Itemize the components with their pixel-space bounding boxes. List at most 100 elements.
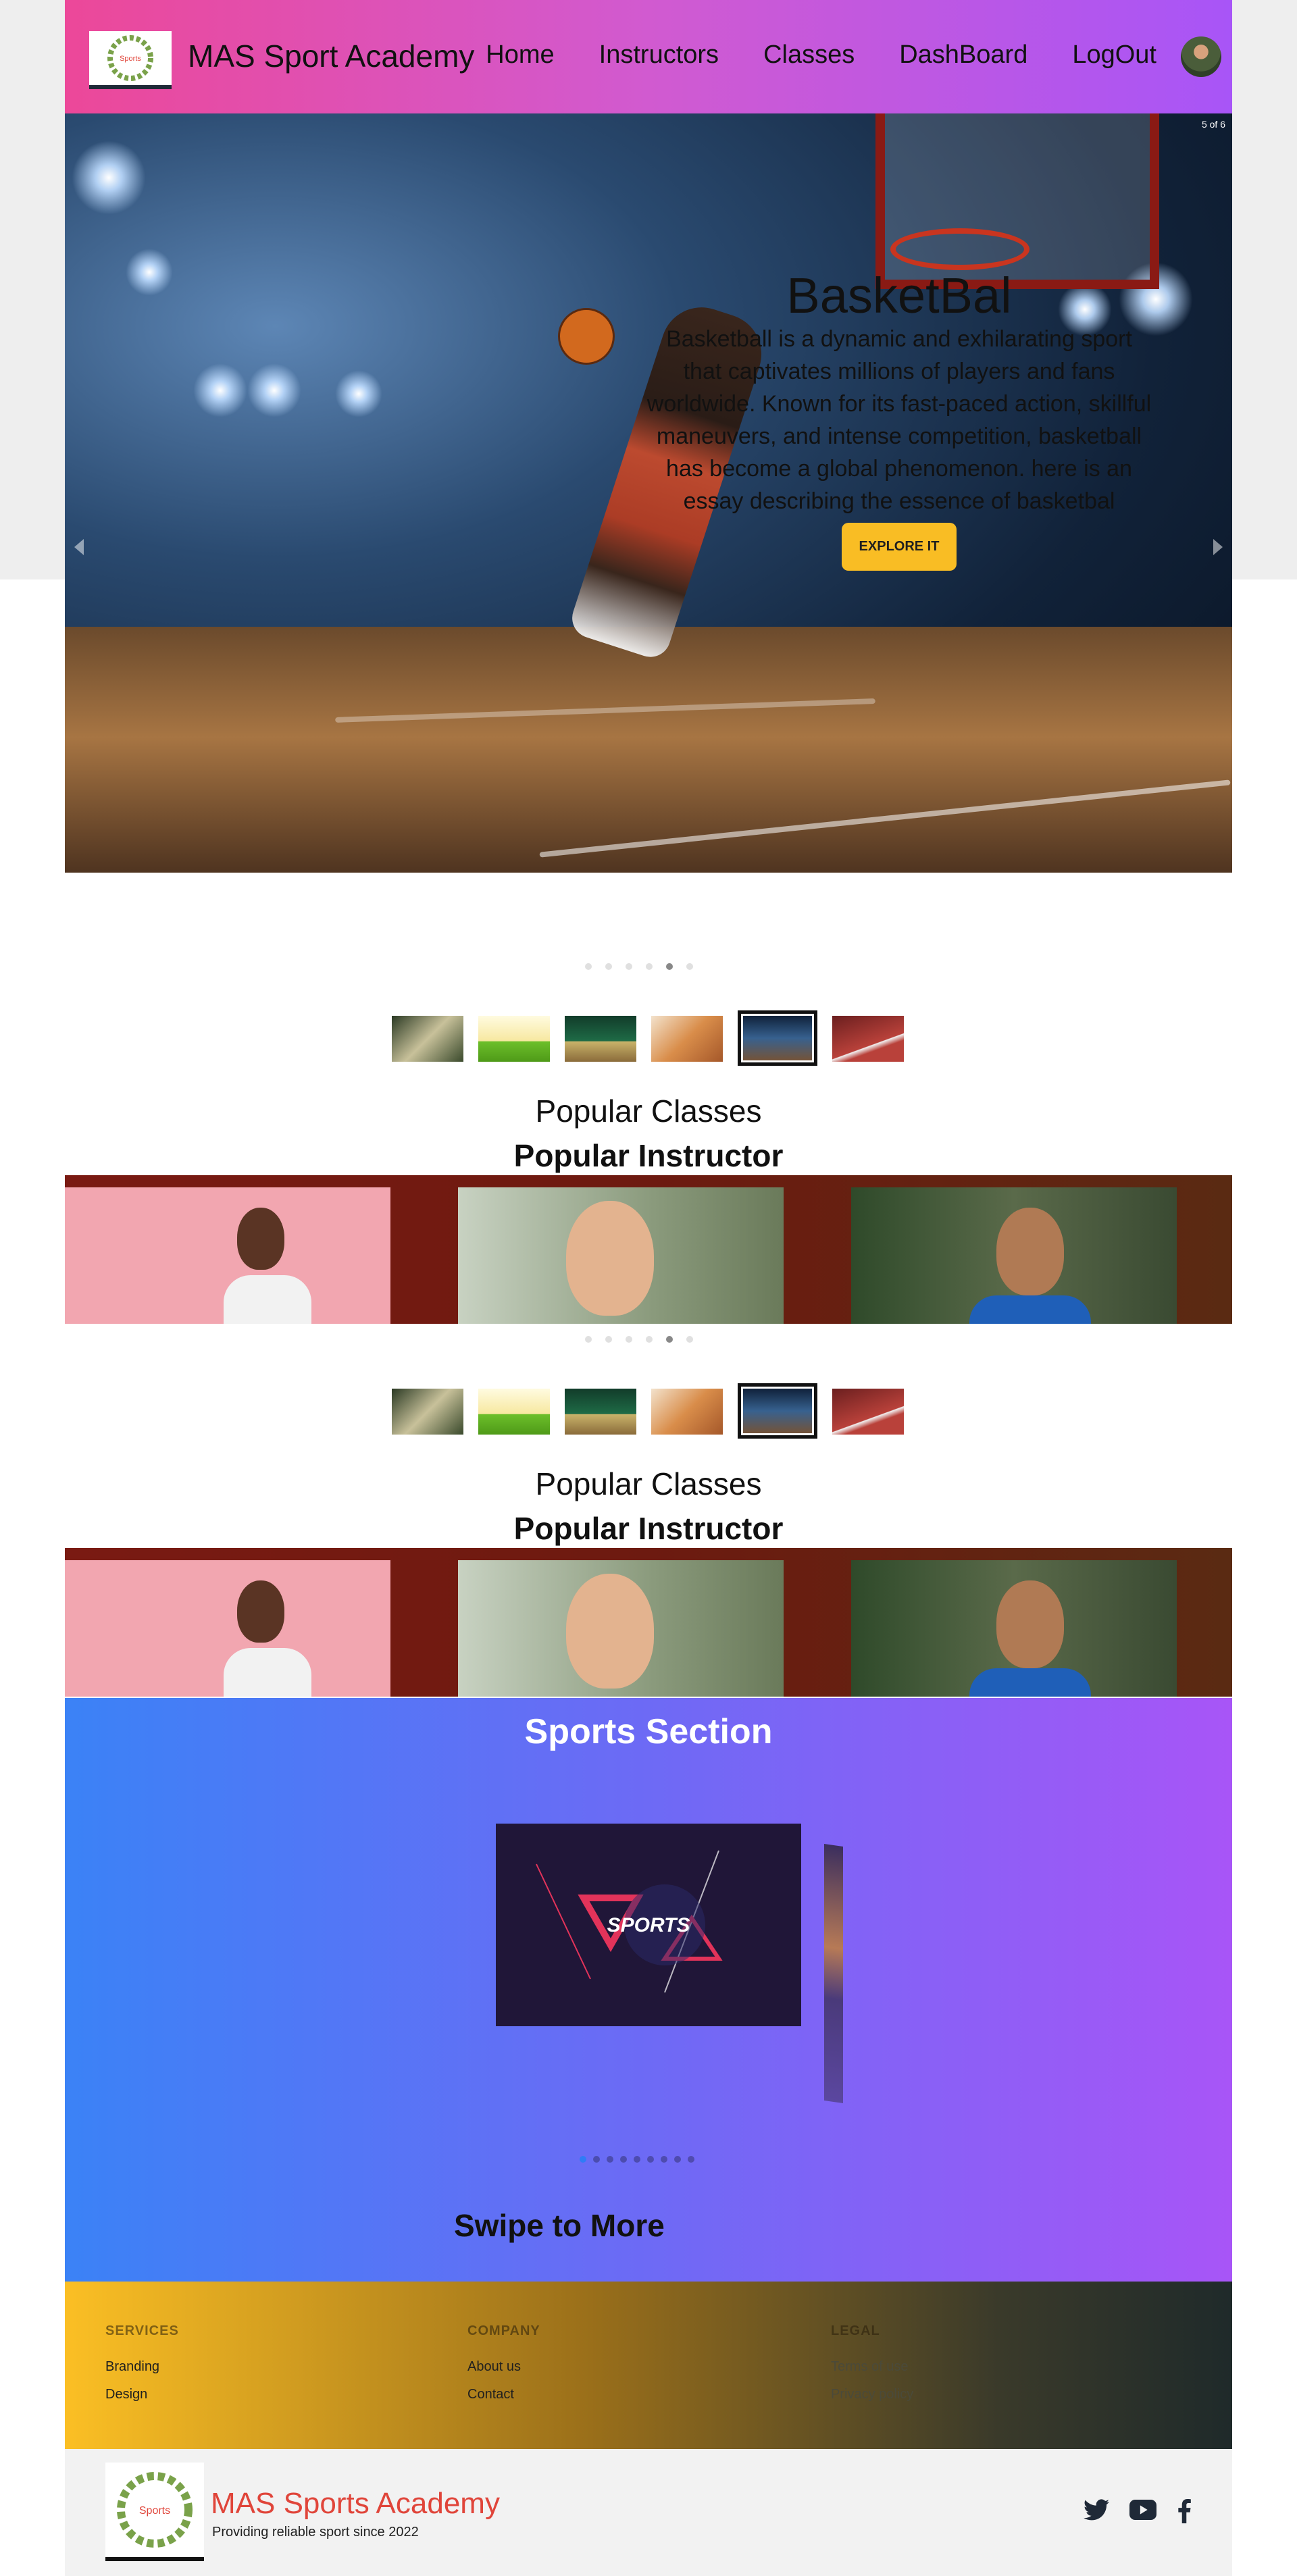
thumbnail-cricket[interactable] [478,1016,550,1062]
sports-slide-next[interactable] [824,1844,843,2103]
twitter-icon[interactable] [1084,2499,1109,2527]
popular-instructor-heading: Popular Instructor [513,1511,784,1546]
instructor-card[interactable] [65,1560,390,1697]
stadium-light [335,370,382,417]
popular-instructor-heading: Popular Instructor [513,1138,784,1173]
next-slide-arrow-icon[interactable] [1213,539,1223,555]
thumbnail-carrom[interactable] [651,1389,723,1435]
main-menu: Home Instructors Classes DashBoard LogOu… [486,41,1156,70]
footer-link-contact[interactable]: Contact [467,2387,540,2402]
carousel-dot[interactable] [626,1336,632,1343]
prev-slide-arrow-icon[interactable] [74,539,84,555]
explore-button[interactable]: EXPLORE IT [841,523,957,571]
carousel-dot-active[interactable] [666,1336,673,1343]
sports-section: Sports Section SPORTS Swipe to More [65,1698,1232,2282]
stadium-light [247,363,301,417]
instructor-photo [237,1208,284,1270]
carousel-dot[interactable] [585,963,592,970]
popular-classes-heading: Popular Classes [535,1466,762,1501]
nav-classes-link[interactable]: Classes [763,41,855,70]
top-navbar: Sports MAS Sport Academy Home Instructor… [65,0,1232,113]
sports-dot-active[interactable] [580,2156,586,2163]
thumbnail-track[interactable] [832,1389,904,1435]
nav-dashboard-link[interactable]: DashBoard [899,41,1027,70]
instructor-strip [65,1175,1232,1324]
footer-company-heading: COMPANY [467,2323,540,2338]
instructor-photo [566,1574,654,1689]
sports-dot[interactable] [647,2156,654,2163]
nav-instructors-link[interactable]: Instructors [599,41,719,70]
instructor-photo [566,1201,654,1316]
sports-dot[interactable] [688,2156,694,2163]
hero-dots [585,963,693,970]
thumbnail-tennis[interactable] [565,1016,636,1062]
hero-carousel: 5 of 6 BasketBal Basketball is a dynamic… [65,113,1232,873]
instructor-photo [996,1580,1064,1668]
thumbnail-soccer[interactable] [392,1389,463,1435]
nav-home-link[interactable]: Home [486,41,554,70]
thumbnail-carrom[interactable] [651,1016,723,1062]
sports-dot[interactable] [634,2156,640,2163]
instructor-card[interactable] [851,1187,1177,1324]
footer-link-privacy[interactable]: Privacy policy [831,2387,913,2402]
sports-slide-card[interactable]: SPORTS [496,1824,801,2026]
carousel-dot[interactable] [646,963,653,970]
carousel-dot[interactable] [646,1336,653,1343]
stadium-light [193,363,247,417]
carousel-dot[interactable] [605,963,612,970]
thumbnail-basketball-active[interactable] [738,1383,817,1439]
carousel-dot[interactable] [626,963,632,970]
carousel-dot[interactable] [585,1336,592,1343]
hero-caption: BasketBal Basketball is a dynamic and ex… [646,269,1152,571]
brand-name[interactable]: MAS Sport Academy [188,38,474,74]
sports-dot[interactable] [620,2156,627,2163]
instructor-shirt [224,1275,311,1324]
footer-company: COMPANY About us Contact [467,2323,540,2415]
carousel-dot[interactable] [686,1336,693,1343]
footer-link-terms[interactable]: Terms of use [831,2359,913,2375]
social-links [1084,2499,1192,2527]
carousel-dot[interactable] [605,1336,612,1343]
sports-pagination [580,2156,694,2163]
footer-services-heading: SERVICES [105,2323,179,2338]
instructor-card[interactable] [458,1560,784,1697]
footer-logo[interactable]: Sports [105,2463,204,2561]
sports-dot[interactable] [593,2156,600,2163]
instructor-card[interactable] [458,1187,784,1324]
hero-title: BasketBal [786,267,1012,324]
logo-badge-icon: Sports [107,35,153,81]
slide-counter: 5 of 6 [1201,119,1225,130]
instructor-shirt [969,1295,1091,1324]
thumbnail-soccer[interactable] [392,1016,463,1062]
facebook-icon[interactable] [1177,2499,1192,2527]
sports-dot[interactable] [661,2156,667,2163]
instructor-card[interactable] [65,1187,390,1324]
sports-section-title: Sports Section [524,1712,773,1751]
carousel-dot-active[interactable] [666,963,673,970]
nav-logout-link[interactable]: LogOut [1072,41,1156,70]
thumbnail-track[interactable] [832,1016,904,1062]
brand-logo[interactable]: Sports [89,31,172,89]
footer-link-design[interactable]: Design [105,2387,179,2402]
thumbnail-cricket[interactable] [478,1389,550,1435]
footer: SERVICES Branding Design COMPANY About u… [65,2282,1232,2449]
sports-dot[interactable] [674,2156,681,2163]
footer-legal: LEGAL Terms of use Privacy policy [831,2323,913,2415]
stadium-light [72,140,146,215]
carousel-dot[interactable] [686,963,693,970]
user-avatar[interactable] [1181,36,1221,77]
thumbnail-tennis[interactable] [565,1389,636,1435]
instructor-card[interactable] [851,1560,1177,1697]
footer-services: SERVICES Branding Design [105,2323,179,2415]
footer-link-branding[interactable]: Branding [105,2359,179,2375]
swipe-hint: Swipe to More [454,2208,665,2243]
instructor-photo [996,1208,1064,1295]
instructor-shirt [224,1648,311,1697]
thumbnail-basketball-active[interactable] [738,1010,817,1066]
hero-dots-repeat [585,1336,693,1343]
footer-link-about[interactable]: About us [467,2359,540,2375]
page: Sports MAS Sport Academy Home Instructor… [65,0,1232,2576]
youtube-icon[interactable] [1129,2499,1156,2527]
sports-dot[interactable] [607,2156,613,2163]
footer-tagline: Providing reliable sport since 2022 [212,2525,419,2540]
